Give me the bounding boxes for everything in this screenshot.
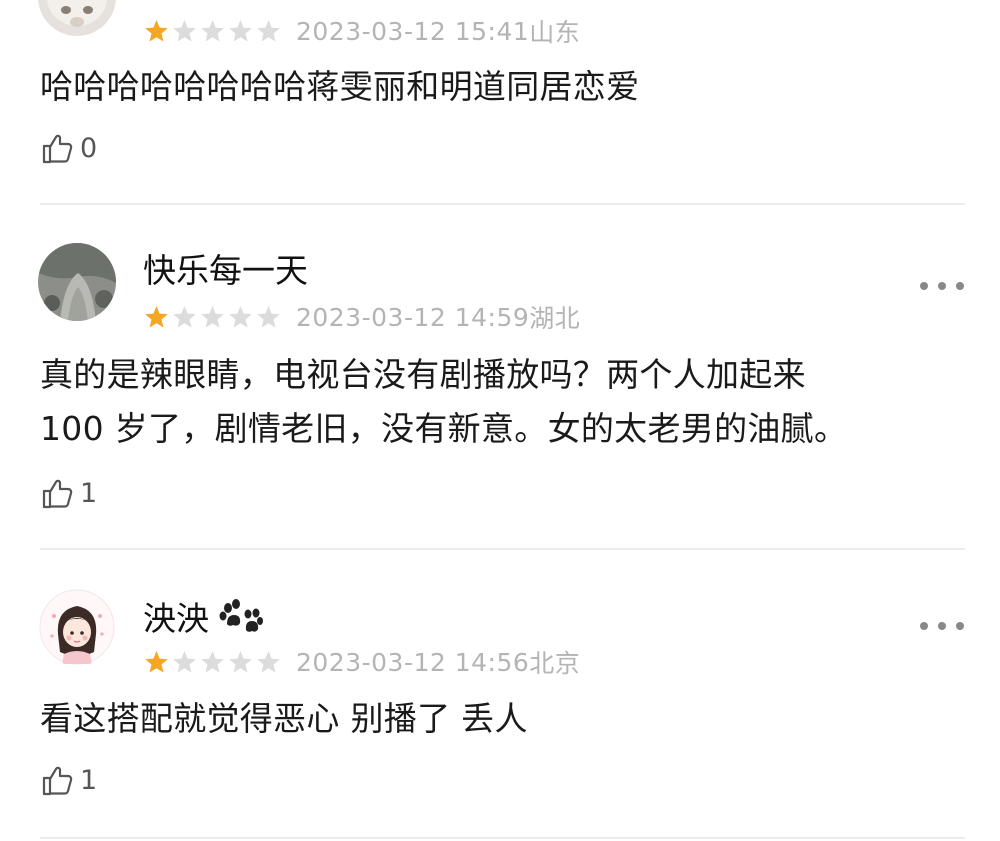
star-empty-icon — [229, 650, 252, 672]
comment-text-line: 真的是辣眼睛，电视台没有剧播放吗？两个人加起来 — [40, 355, 806, 394]
rating-stars — [143, 649, 282, 676]
star-filled-icon — [145, 305, 168, 327]
comment-meta: 2023-03-12 15:41 山东 — [143, 14, 580, 48]
like-count: 1 — [80, 764, 98, 796]
thumbs-up-icon — [40, 762, 76, 798]
avatar[interactable] — [38, 588, 116, 666]
star-empty-icon — [201, 650, 224, 672]
like-button[interactable]: 1 — [40, 760, 97, 800]
star-empty-icon — [229, 305, 252, 327]
like-count: 0 — [80, 132, 98, 164]
comment-item: 快乐每一天 2023-03-12 14:59 湖北 真的是辣眼睛，电视台没有剧播… — [0, 205, 1000, 550]
comment-text: 哈哈哈哈哈哈哈哈蒋雯丽和明道同居恋爱 — [40, 67, 640, 106]
comment-location: 山东 — [529, 18, 581, 47]
star-empty-icon — [173, 650, 196, 672]
star-empty-icon — [201, 19, 224, 41]
comment-text: 看这搭配就觉得恶心 别播了 丢人 — [40, 699, 528, 738]
comment-text-line: 100 岁了，剧情老旧，没有新意。女的太老男的油腻。 — [40, 409, 848, 448]
username-text: 泱泱 — [143, 599, 209, 638]
star-empty-icon — [257, 305, 280, 327]
like-count: 1 — [80, 477, 98, 509]
more-dots-icon[interactable] — [920, 616, 964, 636]
comment-item: 泱泱 2023-03-12 14:56 北京 看这搭配就觉得恶心 别播了 丢人 … — [0, 550, 1000, 841]
comment-text: 真的是辣眼睛，电视台没有剧播放吗？两个人加起来 100 岁了，剧情老旧，没有新意… — [40, 348, 970, 456]
star-empty-icon — [229, 19, 252, 41]
star-filled-icon — [145, 650, 168, 672]
more-dots-icon[interactable] — [920, 276, 964, 296]
like-button[interactable]: 0 — [40, 128, 97, 168]
star-empty-icon — [173, 305, 196, 327]
comment-item: 2023-03-12 15:41 山东 哈哈哈哈哈哈哈哈蒋雯丽和明道同居恋爱 0 — [0, 0, 1000, 205]
star-empty-icon — [173, 19, 196, 41]
rating-stars — [143, 18, 282, 45]
like-button[interactable]: 1 — [40, 473, 97, 513]
divider — [40, 837, 965, 839]
paw-icon — [215, 596, 265, 645]
comment-meta: 2023-03-12 14:59 湖北 — [143, 300, 580, 334]
star-empty-icon — [257, 19, 280, 41]
thumbs-up-icon — [40, 130, 76, 166]
comment-location: 湖北 — [529, 304, 581, 333]
comment-location: 北京 — [529, 649, 581, 678]
rating-stars — [143, 304, 282, 331]
star-empty-icon — [257, 650, 280, 672]
star-filled-icon — [145, 19, 168, 41]
username[interactable]: 泱泱 — [143, 596, 265, 645]
comment-meta: 2023-03-12 14:56 北京 — [143, 645, 580, 679]
avatar[interactable] — [38, 243, 116, 321]
comment-date: 2023-03-12 14:59 — [296, 302, 530, 332]
comment-date: 2023-03-12 14:56 — [296, 647, 530, 677]
thumbs-up-icon — [40, 475, 76, 511]
avatar[interactable] — [38, 0, 116, 36]
comment-date: 2023-03-12 15:41 — [296, 16, 530, 46]
star-empty-icon — [201, 305, 224, 327]
username[interactable]: 快乐每一天 — [143, 251, 308, 291]
